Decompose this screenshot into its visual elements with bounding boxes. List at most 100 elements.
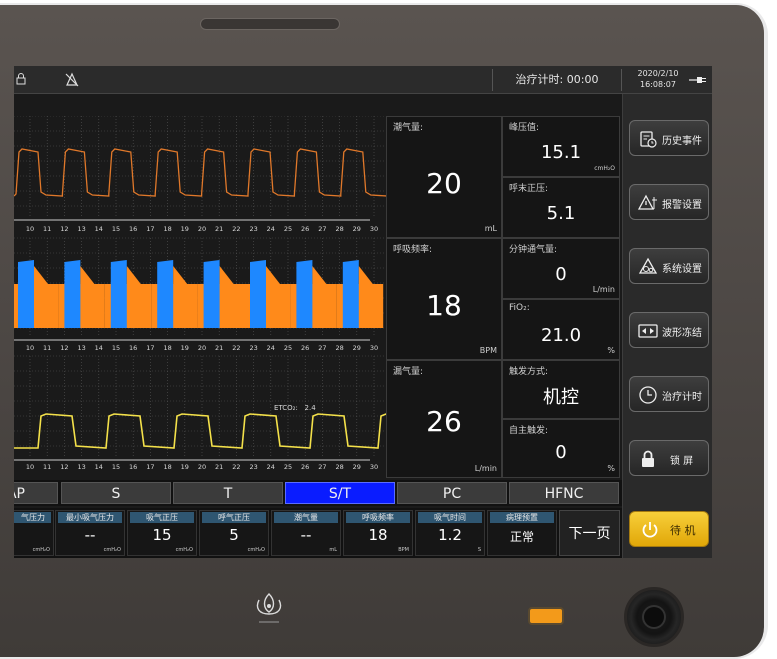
setting-unit: cmH₂O bbox=[103, 547, 121, 553]
x-tick-label: 12 bbox=[60, 225, 69, 233]
param-label: 潮气量: bbox=[393, 123, 424, 133]
alarm-silence-button[interactable] bbox=[528, 607, 564, 625]
x-tick-label: 18 bbox=[163, 344, 172, 352]
x-tick-label: 25 bbox=[283, 344, 293, 352]
x-tick-label: 11 bbox=[43, 225, 52, 233]
x-tick-label: 28 bbox=[335, 344, 344, 352]
mode-tab-pc[interactable]: PC bbox=[397, 482, 507, 504]
mode-tab-st[interactable]: S/T bbox=[285, 482, 395, 504]
x-tick-label: 23 bbox=[249, 463, 258, 471]
x-tick-label: 26 bbox=[301, 463, 310, 471]
setting-ipap[interactable]: 吸气正压 15 cmH₂O bbox=[127, 510, 197, 556]
x-tick-label: 10 bbox=[25, 225, 35, 233]
param-value: 26 bbox=[426, 405, 462, 438]
setting-pressure[interactable]: 气压力 - cmH₂O bbox=[14, 510, 54, 556]
lock-screen-button[interactable]: 锁 屏 bbox=[629, 440, 709, 476]
x-tick-label: 24 bbox=[266, 463, 275, 471]
x-tick-label: 28 bbox=[335, 463, 344, 471]
param-label: 漏气量: bbox=[393, 367, 424, 377]
flow-decay bbox=[126, 266, 141, 284]
x-tick-label: 17 bbox=[146, 463, 155, 471]
power-plug-icon bbox=[689, 77, 706, 83]
x-tick-label: 17 bbox=[146, 225, 155, 233]
mode-tabs: AP S T S/T PC HFNC bbox=[14, 480, 622, 506]
param-unit: % bbox=[607, 346, 615, 355]
rotary-knob[interactable] bbox=[624, 587, 684, 647]
x-tick-label: 13 bbox=[77, 225, 86, 233]
x-tick-label: 19 bbox=[180, 225, 189, 233]
param-peep: 呼末正压: 5.1 bbox=[502, 177, 620, 238]
x-tick-label: 20 bbox=[197, 344, 207, 352]
lock-icon bbox=[642, 450, 654, 467]
setting-tidal-volume[interactable]: 潮气量 -- mL bbox=[271, 510, 341, 556]
history-events-button[interactable]: 历史事件 bbox=[629, 120, 709, 156]
mode-tab-ap[interactable]: AP bbox=[14, 482, 58, 504]
param-trigger-mode: 触发方式: 机控 bbox=[502, 360, 620, 419]
lock-screen-label: 锁 屏 bbox=[670, 456, 694, 467]
setting-label: 病理预置 bbox=[490, 512, 554, 523]
setting-unit: cmH₂O bbox=[32, 547, 50, 553]
x-tick-label: 14 bbox=[94, 344, 103, 352]
setting-value: 15 bbox=[152, 526, 172, 544]
treatment-timer-button[interactable]: 治疗计时 bbox=[629, 376, 709, 412]
flow-peak-bar bbox=[342, 260, 359, 328]
lock-icon[interactable] bbox=[16, 73, 26, 85]
param-label: FiO₂: bbox=[509, 303, 530, 313]
x-tick-label: 27 bbox=[318, 344, 327, 352]
x-tick-label: 29 bbox=[352, 463, 361, 471]
date-time: 2020/2/10 16:08:07 bbox=[628, 68, 688, 90]
setting-value: 18 bbox=[368, 526, 388, 544]
standby-button[interactable]: 待 机 bbox=[629, 511, 709, 547]
x-tick-label: 27 bbox=[318, 463, 327, 471]
ventilator-screen: 治疗计时: 00:00 2020/2/10 16:08:07 10 11 12 13 1… bbox=[14, 66, 712, 558]
mode-tab-s[interactable]: S bbox=[61, 482, 171, 504]
param-value: 5.1 bbox=[546, 203, 576, 224]
waveform-freeze-button[interactable]: 波形冻结 bbox=[629, 312, 709, 348]
x-tick-label: 11 bbox=[43, 463, 52, 471]
param-peak-pressure: 峰压值: 15.1 cmH₂O bbox=[502, 116, 620, 177]
x-tick-label: 10 bbox=[25, 344, 35, 352]
setting-insp-time[interactable]: 吸气时间 1.2 S bbox=[415, 510, 485, 556]
mode-tab-hfnc[interactable]: HFNC bbox=[509, 482, 619, 504]
x-tick-label: 15 bbox=[111, 463, 121, 471]
x-tick-label: 29 bbox=[352, 225, 361, 233]
x-tick-label: 14 bbox=[94, 225, 103, 233]
waveform-area: 10 11 12 13 14 15 16 17 18 19 20 21 22 23 24 25 26 27 28 29… bbox=[14, 115, 447, 528]
x-tick-label: 23 bbox=[249, 225, 258, 233]
alarm-settings-button[interactable]: 报警设置 bbox=[629, 184, 709, 220]
flow-decay bbox=[358, 266, 373, 284]
volume-x-axis: 10 11 12 13 14 15 16 17 18 19 20 21 22 23 24 25 26 27 28 29… bbox=[14, 463, 386, 473]
param-value: 机控 bbox=[543, 387, 579, 408]
setting-pathology-preset[interactable]: 病理预置 正常 bbox=[487, 510, 557, 556]
alarm-mute-icon[interactable] bbox=[64, 72, 80, 88]
setting-label: 潮气量 bbox=[274, 512, 338, 523]
setting-resp-rate[interactable]: 呼吸频率 18 BPM bbox=[343, 510, 413, 556]
x-tick-label: 13 bbox=[77, 463, 86, 471]
pressure-x-axis: 10 11 12 13 14 15 16 17 18 19 20 21 22 23 24 25 26 27 28 29… bbox=[14, 225, 386, 235]
setting-value: 5 bbox=[229, 526, 239, 544]
setting-epap[interactable]: 呼气正压 5 cmH₂O bbox=[199, 510, 269, 556]
x-tick-label: 17 bbox=[146, 344, 155, 352]
x-tick-label: 20 bbox=[197, 463, 207, 471]
param-unit: mL bbox=[484, 224, 497, 233]
system-settings-button[interactable]: 系统设置 bbox=[629, 248, 709, 284]
setting-unit: mL bbox=[329, 547, 337, 553]
standby-label: 待 机 bbox=[670, 524, 696, 537]
flow-decay bbox=[312, 266, 327, 284]
param-minute-volume: 分钟通气量: 0 L/min bbox=[502, 238, 620, 299]
setting-label: 气压力 bbox=[14, 512, 51, 523]
flow-peak-bar bbox=[110, 260, 127, 328]
setting-min-insp-pressure[interactable]: 最小吸气压力 -- cmH₂O bbox=[55, 510, 125, 556]
pressure-waveform bbox=[14, 148, 388, 197]
setting-value: 正常 bbox=[509, 530, 534, 544]
param-unit: BPM bbox=[479, 346, 497, 355]
x-tick-label: 27 bbox=[318, 225, 327, 233]
date-text: 2020/2/10 bbox=[637, 69, 679, 78]
time-text: 16:08:07 bbox=[640, 80, 676, 89]
param-label: 触发方式: bbox=[509, 367, 549, 377]
next-page-button[interactable]: 下一页 bbox=[559, 510, 620, 556]
x-tick-label: 19 bbox=[180, 344, 189, 352]
x-tick-label: 21 bbox=[215, 463, 224, 471]
mode-tab-t[interactable]: T bbox=[173, 482, 283, 504]
system-settings-icon bbox=[638, 257, 658, 274]
